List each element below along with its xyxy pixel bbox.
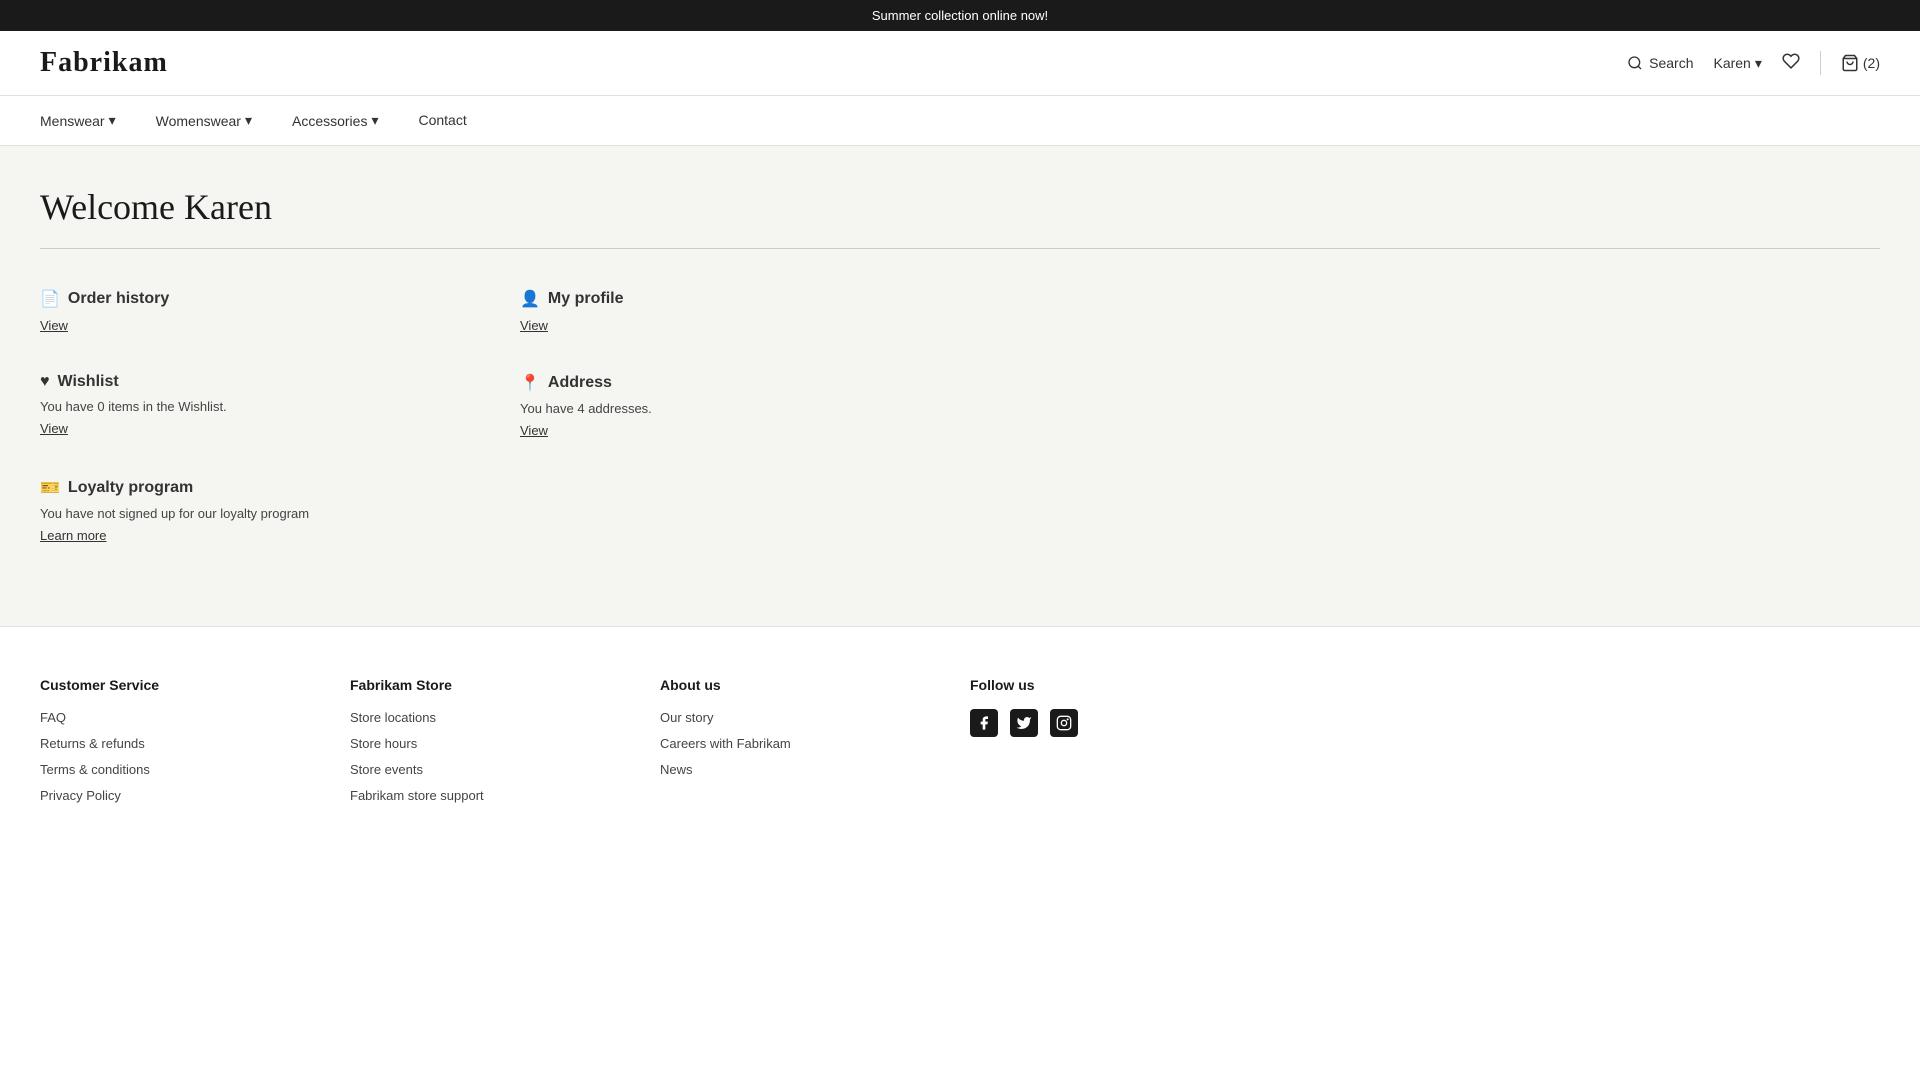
footer-our-story-link[interactable]: Our story xyxy=(660,710,713,725)
loyalty-learn-more-link[interactable]: Learn more xyxy=(40,528,106,543)
account-grid: 📄 Order history View 👤 My profile View ♥… xyxy=(40,289,940,543)
footer-grid: Customer Service FAQ Returns & refunds T… xyxy=(40,677,1240,813)
chevron-down-icon: ▾ xyxy=(371,112,378,129)
user-menu-button[interactable]: Karen ▾ xyxy=(1713,55,1761,72)
wishlist-icon: ♥ xyxy=(40,373,50,391)
cart-icon xyxy=(1841,54,1859,72)
search-icon xyxy=(1627,55,1643,71)
wishlist-button[interactable] xyxy=(1782,52,1800,75)
chevron-down-icon: ▾ xyxy=(1755,55,1762,72)
order-history-section: 📄 Order history View xyxy=(40,289,460,333)
footer-follow-us: Follow us xyxy=(970,677,1240,813)
footer-returns-link[interactable]: Returns & refunds xyxy=(40,736,145,751)
loyalty-icon: 🎫 xyxy=(40,478,60,498)
header: Fabrikam Search Karen ▾ (2) xyxy=(0,31,1920,96)
order-history-icon: 📄 xyxy=(40,289,60,309)
footer-fabrikam-store: Fabrikam Store Store locations Store hou… xyxy=(350,677,620,813)
twitter-icon[interactable] xyxy=(1010,709,1038,737)
footer-faq-link[interactable]: FAQ xyxy=(40,710,66,725)
nav-contact[interactable]: Contact xyxy=(398,96,486,144)
loyalty-program-section: 🎫 Loyalty program You have not signed up… xyxy=(40,478,460,543)
main-content: Welcome Karen 📄 Order history View 👤 My … xyxy=(0,146,1920,626)
footer-terms-link[interactable]: Terms & conditions xyxy=(40,762,150,777)
heart-icon xyxy=(1782,52,1800,70)
main-nav: Menswear ▾ Womenswear ▾ Accessories ▾ Co… xyxy=(0,96,1920,146)
footer: Customer Service FAQ Returns & refunds T… xyxy=(0,626,1920,843)
page-title: Welcome Karen xyxy=(40,186,1880,228)
facebook-icon[interactable] xyxy=(970,709,998,737)
address-section: 📍 Address You have 4 addresses. View xyxy=(520,373,940,438)
nav-menswear[interactable]: Menswear ▾ xyxy=(40,96,136,145)
order-history-view-link[interactable]: View xyxy=(40,318,68,333)
footer-about-us: About us Our story Careers with Fabrikam… xyxy=(660,677,930,813)
chevron-down-icon: ▾ xyxy=(109,112,116,129)
footer-careers-link[interactable]: Careers with Fabrikam xyxy=(660,736,791,751)
search-button[interactable]: Search xyxy=(1627,55,1693,71)
chevron-down-icon: ▾ xyxy=(245,112,252,129)
header-divider xyxy=(1820,51,1821,75)
address-icon: 📍 xyxy=(520,373,540,393)
wishlist-section: ♥ Wishlist You have 0 items in the Wishl… xyxy=(40,373,460,438)
footer-customer-service: Customer Service FAQ Returns & refunds T… xyxy=(40,677,310,813)
footer-news-link[interactable]: News xyxy=(660,762,693,777)
social-icons xyxy=(970,709,1240,737)
footer-store-support-link[interactable]: Fabrikam store support xyxy=(350,788,484,803)
top-banner: Summer collection online now! xyxy=(0,0,1920,31)
header-right: Search Karen ▾ (2) xyxy=(1627,51,1880,75)
my-profile-section: 👤 My profile View xyxy=(520,289,940,333)
footer-store-locations-link[interactable]: Store locations xyxy=(350,710,436,725)
nav-accessories[interactable]: Accessories ▾ xyxy=(272,96,399,145)
footer-store-hours-link[interactable]: Store hours xyxy=(350,736,417,751)
separator xyxy=(40,248,1880,249)
profile-icon: 👤 xyxy=(520,289,540,309)
address-view-link[interactable]: View xyxy=(520,423,548,438)
instagram-icon[interactable] xyxy=(1050,709,1078,737)
wishlist-view-link[interactable]: View xyxy=(40,421,68,436)
footer-store-events-link[interactable]: Store events xyxy=(350,762,423,777)
footer-privacy-link[interactable]: Privacy Policy xyxy=(40,788,121,803)
my-profile-view-link[interactable]: View xyxy=(520,318,548,333)
nav-womenswear[interactable]: Womenswear ▾ xyxy=(136,96,272,145)
logo[interactable]: Fabrikam xyxy=(40,47,168,79)
cart-button[interactable]: (2) xyxy=(1841,54,1880,72)
